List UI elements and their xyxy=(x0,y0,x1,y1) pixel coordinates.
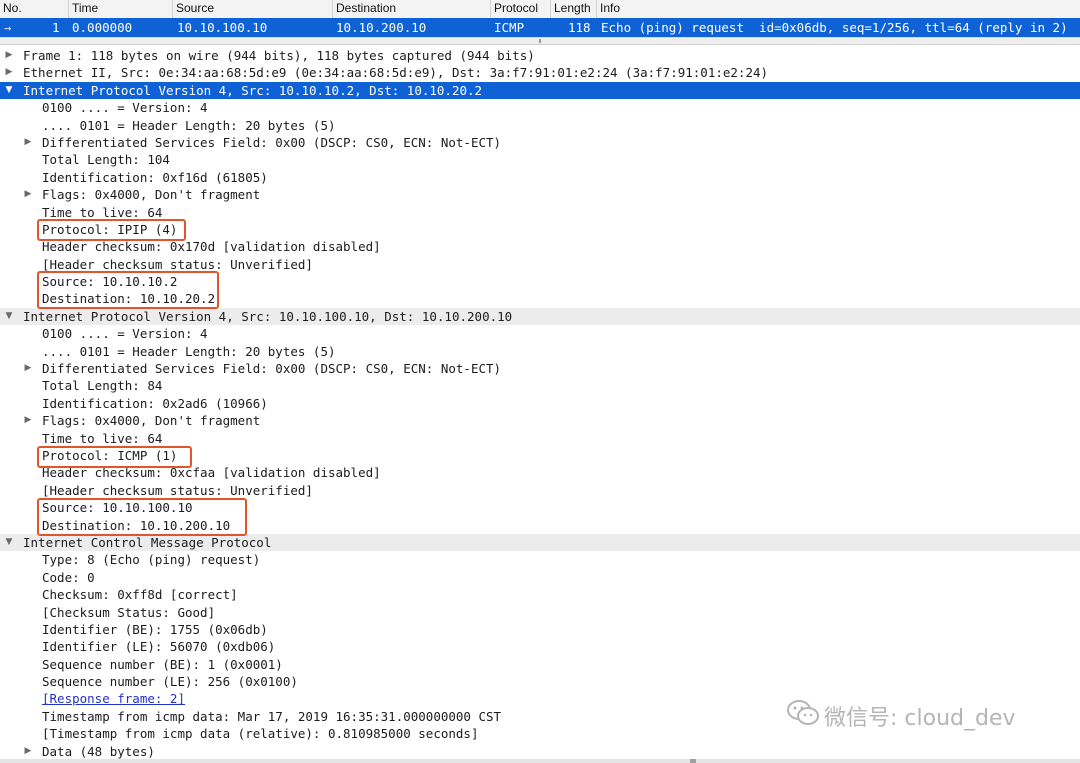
column-header-protocol[interactable]: Protocol xyxy=(490,0,550,18)
column-header-source[interactable]: Source xyxy=(172,0,332,18)
column-header-time[interactable]: Time xyxy=(68,0,172,18)
request-arrow-icon: → xyxy=(4,21,12,35)
expand-triangle-icon[interactable]: ▶ xyxy=(22,134,34,151)
tree-field[interactable]: .... 0101 = Header Length: 20 bytes (5) xyxy=(0,343,1080,360)
watermark-text: 微信号: cloud_dev xyxy=(824,706,1016,731)
highlight-box-inner-protocol xyxy=(37,446,192,468)
pane-splitter[interactable] xyxy=(0,37,1080,45)
tree-field[interactable]: Checksum: 0xff8d [correct] xyxy=(0,586,1080,603)
column-header-destination[interactable]: Destination xyxy=(332,0,490,18)
expand-triangle-icon[interactable]: ▶ xyxy=(22,360,34,377)
horizontal-scrollbar[interactable] xyxy=(0,759,1080,763)
tree-item-data[interactable]: ▶ Data (48 bytes) xyxy=(0,743,1080,760)
column-header-no[interactable]: No. xyxy=(0,0,68,18)
packet-source: 10.10.100.10 xyxy=(177,20,268,35)
tree-item-flags[interactable]: ▶ Flags: 0x4000, Don't fragment xyxy=(0,186,1080,203)
tree-field[interactable]: Identification: 0xf16d (61805) xyxy=(0,169,1080,186)
expand-triangle-icon[interactable]: ▶ xyxy=(22,186,34,203)
packet-time: 0.000000 xyxy=(72,20,133,35)
tree-field[interactable]: Code: 0 xyxy=(0,569,1080,586)
wechat-icon xyxy=(787,700,819,725)
packet-details-tree: ▶ Frame 1: 118 bytes on wire (944 bits),… xyxy=(0,47,1080,760)
highlight-box-inner-addresses xyxy=(37,498,247,536)
collapse-triangle-icon[interactable]: ▼ xyxy=(3,308,15,325)
response-frame-link[interactable]: [Response frame: 2] xyxy=(42,690,185,707)
collapse-triangle-icon[interactable]: ▼ xyxy=(3,534,15,551)
packet-destination: 10.10.200.10 xyxy=(336,20,427,35)
packet-no: 1 xyxy=(52,20,60,35)
tree-item-frame[interactable]: ▶ Frame 1: 118 bytes on wire (944 bits),… xyxy=(0,47,1080,64)
column-header-info[interactable]: Info xyxy=(596,0,1080,18)
expand-triangle-icon[interactable]: ▶ xyxy=(22,412,34,429)
tree-field[interactable]: 0100 .... = Version: 4 xyxy=(0,99,1080,116)
collapse-triangle-icon[interactable]: ▼ xyxy=(3,82,15,99)
highlight-box-outer-addresses xyxy=(37,271,219,309)
packet-row-selected[interactable]: → 1 0.000000 10.10.100.10 10.10.200.10 I… xyxy=(0,18,1080,37)
packet-info: Echo (ping) request id=0x06db, seq=1/256… xyxy=(601,20,1068,35)
packet-protocol: ICMP xyxy=(494,20,525,35)
tree-item-dsfield[interactable]: ▶ Differentiated Services Field: 0x00 (D… xyxy=(0,134,1080,151)
splitter-grip-icon xyxy=(536,39,544,43)
tree-field[interactable]: Identifier (LE): 56070 (0xdb06) xyxy=(0,638,1080,655)
expand-triangle-icon[interactable]: ▶ xyxy=(3,64,15,81)
scrollbar-thumb[interactable] xyxy=(690,759,696,763)
tree-item-ethernet[interactable]: ▶ Ethernet II, Src: 0e:34:aa:68:5d:e9 (0… xyxy=(0,64,1080,81)
tree-field[interactable]: Type: 8 (Echo (ping) request) xyxy=(0,551,1080,568)
tree-field[interactable]: Total Length: 84 xyxy=(0,377,1080,394)
tree-field[interactable]: [Header checksum status: Unverified] xyxy=(0,482,1080,499)
packet-length: 118 xyxy=(568,20,591,35)
tree-item-dsfield[interactable]: ▶ Differentiated Services Field: 0x00 (D… xyxy=(0,360,1080,377)
tree-field[interactable]: Sequence number (LE): 256 (0x0100) xyxy=(0,673,1080,690)
tree-field[interactable]: [Checksum Status: Good] xyxy=(0,604,1080,621)
highlight-box-outer-protocol xyxy=(37,219,186,241)
expand-triangle-icon[interactable]: ▶ xyxy=(3,47,15,64)
tree-field[interactable]: Time to live: 64 xyxy=(0,430,1080,447)
tree-item-icmp[interactable]: ▼ Internet Control Message Protocol xyxy=(0,533,1080,552)
expand-triangle-icon[interactable]: ▶ xyxy=(22,743,34,760)
tree-item-ipv4-outer[interactable]: ▼ Internet Protocol Version 4, Src: 10.1… xyxy=(0,81,1080,100)
tree-item-flags[interactable]: ▶ Flags: 0x4000, Don't fragment xyxy=(0,412,1080,429)
tree-field[interactable]: Total Length: 104 xyxy=(0,151,1080,168)
column-header-length[interactable]: Length xyxy=(550,0,596,18)
tree-item-ipv4-inner[interactable]: ▼ Internet Protocol Version 4, Src: 10.1… xyxy=(0,307,1080,326)
packet-list-header: No. Time Source Destination Protocol Len… xyxy=(0,0,1080,19)
tree-field[interactable]: 0100 .... = Version: 4 xyxy=(0,325,1080,342)
tree-field[interactable]: Identification: 0x2ad6 (10966) xyxy=(0,395,1080,412)
tree-field[interactable]: Sequence number (BE): 1 (0x0001) xyxy=(0,656,1080,673)
tree-field[interactable]: Identifier (BE): 1755 (0x06db) xyxy=(0,621,1080,638)
tree-field[interactable]: .... 0101 = Header Length: 20 bytes (5) xyxy=(0,117,1080,134)
